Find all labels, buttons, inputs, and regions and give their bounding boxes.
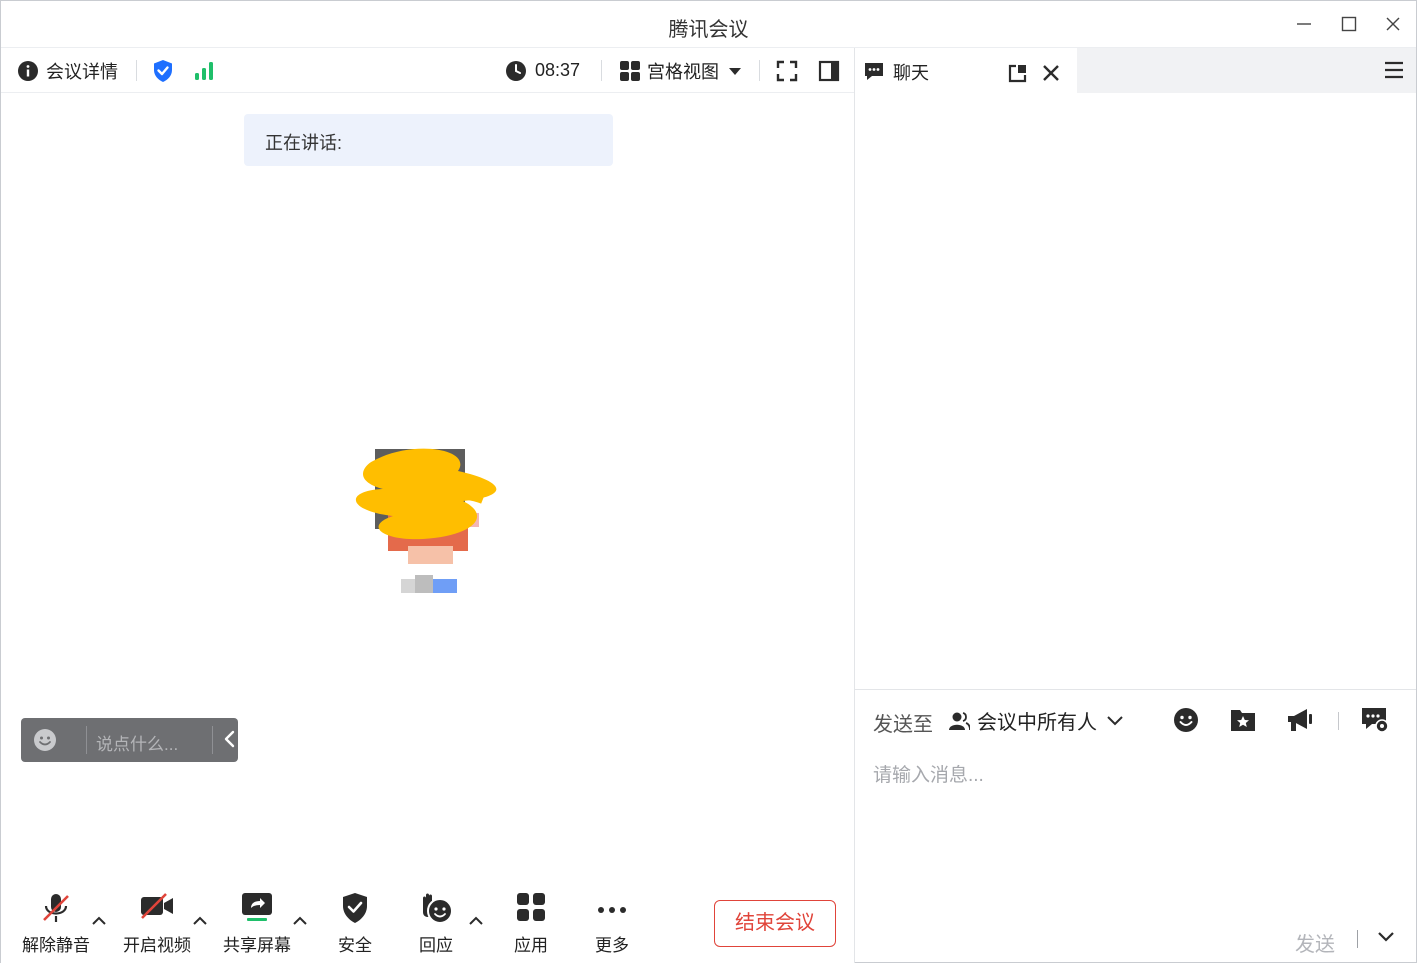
quick-chat-input[interactable]: 说点什么...	[96, 730, 178, 755]
bottom-toolbar: 解除静音 开启视频 共享屏幕 安全 回应 应用 更多 结束会议	[1, 886, 854, 963]
fullscreen-button[interactable]	[776, 48, 798, 93]
people-icon	[949, 711, 970, 730]
close-icon	[1386, 17, 1400, 31]
meeting-timer: 08:37	[505, 48, 580, 93]
fullscreen-icon	[776, 60, 798, 81]
chat-settings-icon[interactable]	[1360, 705, 1390, 735]
separator	[601, 60, 602, 81]
separator	[86, 726, 87, 754]
more-label: 更多	[595, 936, 629, 955]
apps-grid-icon	[517, 893, 545, 921]
security-button[interactable]: 安全	[315, 886, 395, 956]
apps-label: 应用	[514, 936, 548, 955]
clock-icon	[506, 60, 526, 81]
title-bar: 腾讯会议	[1, 1, 1416, 48]
share-screen-label: 共享屏幕	[223, 936, 291, 955]
emoji-icon[interactable]	[1171, 705, 1201, 735]
app-window: 腾讯会议 会议详情 08:37 宫格视图 正在讲话: 说点什么... 解除静音 …	[0, 0, 1417, 963]
caret-down-icon	[729, 67, 741, 75]
sidebar-toggle-button[interactable]	[818, 48, 840, 93]
maximize-button[interactable]	[1334, 10, 1364, 38]
camera-off-icon	[141, 893, 173, 919]
emoji-icon[interactable]	[33, 728, 57, 752]
separator	[1338, 712, 1339, 730]
separator	[136, 60, 137, 81]
security-label: 安全	[338, 936, 372, 955]
view-mode-dropdown[interactable]: 宫格视图	[620, 48, 742, 93]
info-icon	[18, 60, 38, 81]
grid-icon	[620, 60, 640, 81]
share-screen-button[interactable]: 共享屏幕	[217, 886, 297, 956]
reactions-label: 回应	[419, 936, 453, 955]
unmute-button[interactable]: 解除静音	[16, 886, 96, 956]
meeting-info-button[interactable]: 会议详情	[17, 48, 118, 93]
file-folder-icon[interactable]	[1228, 705, 1258, 735]
reactions-options-caret[interactable]	[468, 913, 484, 929]
quick-chat-bar: 说点什么...	[21, 718, 238, 762]
more-button[interactable]: 更多	[572, 886, 652, 956]
chat-messages[interactable]	[855, 93, 1416, 689]
encryption-badge[interactable]	[152, 48, 174, 93]
close-chat-icon[interactable]	[1042, 64, 1060, 82]
reactions-button[interactable]: 回应	[396, 886, 476, 956]
recipient-dropdown[interactable]: 会议中所有人	[948, 706, 1123, 735]
reaction-hand-icon	[423, 893, 453, 924]
close-window-button[interactable]	[1378, 10, 1408, 38]
speaking-label: 正在讲话:	[265, 133, 343, 153]
minimize-icon	[1297, 23, 1311, 25]
meeting-toolbar: 会议详情 08:37 宫格视图	[1, 48, 854, 93]
start-video-button[interactable]: 开启视频	[117, 886, 197, 956]
send-button[interactable]: 发送	[1295, 928, 1335, 957]
separator	[212, 726, 213, 754]
shield-check-icon	[154, 59, 172, 82]
maximize-icon	[1341, 16, 1357, 32]
audio-options-caret[interactable]	[91, 913, 107, 929]
start-video-label: 开启视频	[123, 936, 191, 955]
chat-tab-label: 聊天	[893, 63, 929, 83]
sidebar-layout-icon	[818, 60, 840, 81]
share-options-caret[interactable]	[292, 913, 308, 929]
video-stage: 正在讲话: 说点什么...	[1, 93, 854, 963]
announcement-icon[interactable]	[1285, 705, 1315, 735]
speaking-indicator: 正在讲话:	[244, 114, 613, 166]
window-title: 腾讯会议	[668, 19, 749, 41]
separator	[759, 60, 760, 81]
chevron-left-icon[interactable]	[223, 730, 237, 748]
more-dots-icon	[598, 907, 626, 913]
participant-avatar[interactable]	[353, 441, 503, 606]
send-options-chevron-icon[interactable]	[1377, 930, 1395, 944]
message-input[interactable]: 请输入消息...	[873, 760, 984, 787]
unmute-label: 解除静音	[22, 936, 90, 955]
timer-value: 08:37	[535, 60, 581, 80]
view-mode-label: 宫格视图	[647, 61, 719, 82]
network-status[interactable]	[194, 48, 216, 93]
chat-bubble-icon	[865, 63, 883, 80]
minimize-button[interactable]	[1289, 10, 1319, 38]
video-options-caret[interactable]	[192, 913, 208, 929]
chevron-down-icon	[1107, 715, 1123, 725]
end-meeting-button[interactable]: 结束会议	[714, 900, 836, 947]
apps-button[interactable]: 应用	[491, 886, 571, 956]
separator	[1357, 930, 1358, 948]
menu-icon[interactable]	[1384, 60, 1404, 80]
chat-compose: 发送至 会议中所有人 请输入消息... 发送	[855, 689, 1416, 963]
mic-off-icon	[43, 894, 69, 922]
share-screen-icon	[242, 893, 272, 921]
tab-chat[interactable]: 聊天	[855, 48, 1077, 93]
shield-icon	[343, 893, 367, 923]
recipient-label: 会议中所有人	[977, 712, 1097, 734]
chat-header: 聊天	[855, 48, 1416, 93]
chat-panel: 聊天 发送至 会议中所有人 请输入消息... 发送	[855, 48, 1416, 963]
send-to-label: 发送至	[873, 714, 933, 736]
pop-out-icon[interactable]	[1008, 63, 1028, 83]
signal-icon	[195, 61, 213, 80]
meeting-info-label: 会议详情	[46, 61, 118, 82]
